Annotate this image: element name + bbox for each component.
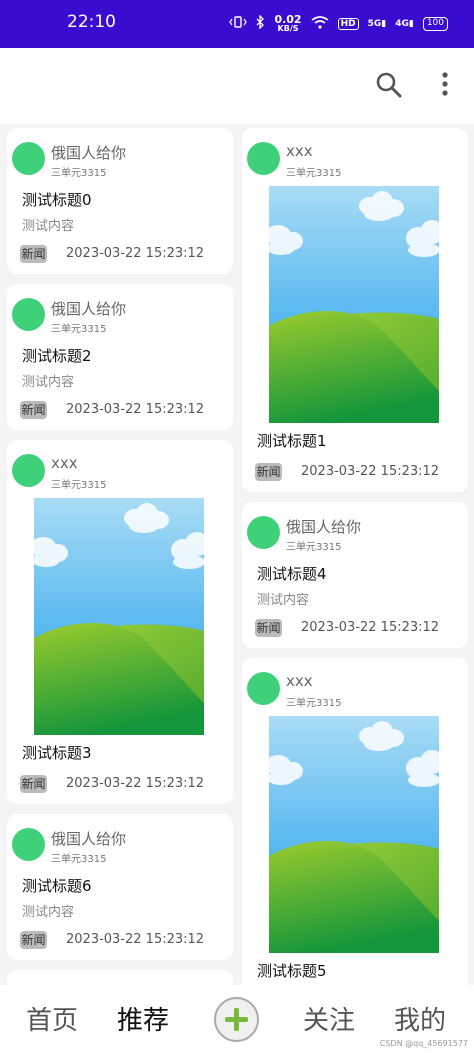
address: 三单元3315	[286, 168, 342, 179]
address: 三单元3315	[51, 168, 107, 179]
card-content: 测试内容	[257, 593, 310, 608]
category-tag: 新闻	[20, 775, 47, 793]
post-date: 2023-03-22 15:23:12	[66, 246, 205, 261]
address: 三单元3315	[51, 324, 107, 335]
add-post-button[interactable]	[214, 997, 259, 1042]
feed-card[interactable]: xxx 三单元3315 测试标题1 新闻 2023-03-22 15:23:12	[242, 128, 468, 492]
avatar[interactable]	[12, 142, 45, 175]
card-title: 测试标题6	[22, 877, 92, 895]
avatar[interactable]	[247, 672, 280, 705]
card-title: 测试标题5	[257, 962, 327, 980]
address: 三单元3315	[286, 542, 342, 553]
card-title: 测试标题2	[22, 347, 92, 365]
battery-icon: 100	[422, 16, 448, 31]
signal-5g-icon: 5G▮	[367, 18, 387, 29]
category-tag: 新闻	[20, 931, 47, 949]
feed-card[interactable]: xxx 三单元3315 测试标题5	[242, 658, 468, 998]
avatar[interactable]	[12, 298, 45, 331]
address: 三单元3315	[51, 480, 107, 491]
status-bar: 22:10 0.02 KB/S HD 5G▮ 4G▮ 100	[0, 0, 474, 48]
avatar[interactable]	[247, 516, 280, 549]
avatar[interactable]	[247, 142, 280, 175]
card-content: 测试内容	[22, 219, 75, 234]
card-title: 测试标题4	[257, 565, 327, 583]
status-icons: 0.02 KB/S HD 5G▮ 4G▮ 100	[229, 14, 448, 33]
more-vert-icon	[442, 72, 448, 96]
post-date: 2023-03-22 15:23:12	[66, 932, 205, 947]
card-title: 测试标题0	[22, 191, 92, 209]
search-button[interactable]	[374, 70, 404, 100]
username: 俄国人给你	[51, 300, 127, 318]
more-options-button[interactable]	[436, 70, 454, 100]
username: xxx	[51, 454, 78, 472]
category-tag: 新闻	[255, 463, 282, 481]
username: xxx	[286, 142, 313, 160]
address: 三单元3315	[286, 698, 342, 709]
card-title: 测试标题1	[257, 432, 327, 450]
username: xxx	[286, 672, 313, 690]
username: 俄国人给你	[51, 144, 127, 162]
feed-card[interactable]: 俄国人给你 三单元3315 测试标题6 测试内容 新闻 2023-03-22 1…	[7, 814, 233, 960]
wifi-icon	[311, 15, 329, 32]
nav-home[interactable]: 首页	[26, 1000, 78, 1037]
feed-card[interactable]: xxx 三单元3315 测试标题3 新闻 2023-03-22 15:23:12	[7, 440, 233, 804]
post-image[interactable]	[34, 498, 204, 735]
vibrate-icon	[229, 16, 248, 31]
net-speed: 0.02 KB/S	[274, 13, 302, 33]
card-content: 测试内容	[22, 905, 75, 920]
card-title: 测试标题3	[22, 744, 92, 762]
post-date: 2023-03-22 15:23:12	[301, 464, 440, 479]
watermark: CSDN @qq_45691577	[379, 1039, 468, 1048]
feed-card[interactable]: 俄国人给你 三单元3315 测试标题0 测试内容 新闻 2023-03-22 1…	[7, 128, 233, 274]
signal-4g-icon: 4G▮	[395, 18, 414, 29]
category-tag: 新闻	[20, 401, 47, 419]
search-icon	[376, 72, 402, 98]
post-date: 2023-03-22 15:23:12	[66, 776, 205, 791]
post-date: 2023-03-22 15:23:12	[301, 620, 440, 635]
bluetooth-icon	[256, 14, 265, 32]
address: 三单元3315	[51, 854, 107, 865]
avatar[interactable]	[12, 828, 45, 861]
card-content: 测试内容	[22, 375, 75, 390]
username: 俄国人给你	[286, 518, 362, 536]
status-time: 22:10	[67, 12, 116, 32]
hd-icon: HD	[337, 17, 359, 30]
nav-mine[interactable]: 我的	[394, 1000, 446, 1037]
category-tag: 新闻	[255, 619, 282, 637]
post-image[interactable]	[269, 186, 439, 423]
post-image[interactable]	[269, 716, 439, 953]
post-date: 2023-03-22 15:23:12	[66, 402, 205, 417]
category-tag: 新闻	[20, 245, 47, 263]
username: 俄国人给你	[51, 830, 127, 848]
feed-card[interactable]: 俄国人给你 三单元3315 测试标题2 测试内容 新闻 2023-03-22 1…	[7, 284, 233, 430]
nav-recommend[interactable]: 推荐	[117, 1000, 169, 1037]
nav-follow[interactable]: 关注	[303, 1000, 355, 1037]
feed-card[interactable]: 俄国人给你 三单元3315 测试标题4 测试内容 新闻 2023-03-22 1…	[242, 502, 468, 648]
app-bar	[0, 48, 474, 124]
avatar[interactable]	[12, 454, 45, 487]
